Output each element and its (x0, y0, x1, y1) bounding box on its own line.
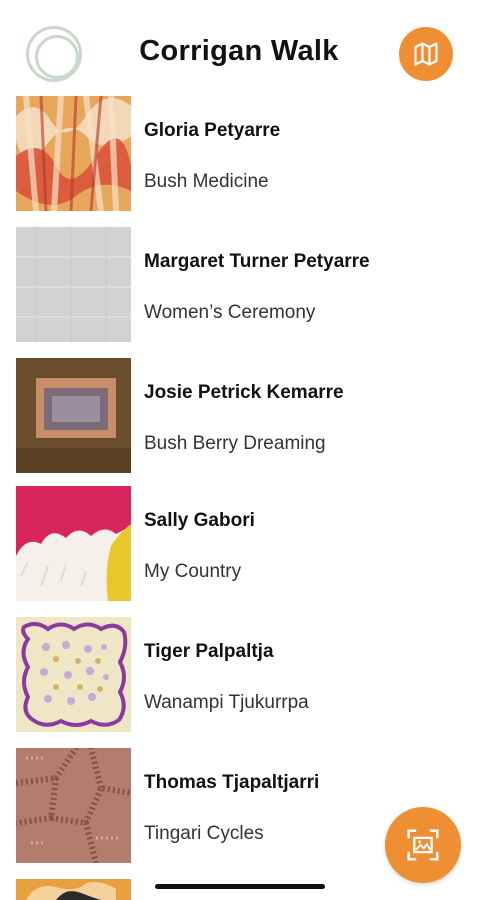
list-item[interactable]: Margaret Turner Petyarre Women’s Ceremon… (0, 227, 478, 345)
artist-name: Margaret Turner Petyarre (144, 251, 370, 272)
artist-name: Gloria Petyarre (144, 120, 281, 141)
image-scan-icon (407, 829, 439, 861)
list-item[interactable]: Tiger Palpaltja Wanampi Tjukurrpa (0, 617, 478, 735)
artwork-thumbnail (16, 486, 131, 601)
artwork-thumbnail (16, 358, 131, 473)
artist-name: Thomas Tjapaltjarri (144, 772, 320, 793)
artwork-title: Bush Medicine (144, 171, 269, 192)
list-item[interactable]: Sally Gabori My Country (0, 486, 478, 604)
map-icon (414, 42, 438, 66)
list-item[interactable]: Gloria Petyarre Bush Medicine (0, 96, 478, 214)
artwork-thumbnail (16, 879, 131, 900)
artwork-thumbnail (16, 96, 131, 211)
artwork-title: Bush Berry Dreaming (144, 433, 326, 454)
app-header: Corrigan Walk (0, 0, 478, 92)
map-button[interactable] (399, 27, 453, 81)
artwork-thumbnail (16, 617, 131, 732)
list-item[interactable]: Josie Petrick Kemarre Bush Berry Dreamin… (0, 358, 478, 476)
artist-name: Josie Petrick Kemarre (144, 382, 344, 403)
artist-name: Tiger Palpaltja (144, 641, 274, 662)
artist-name: Sally Gabori (144, 510, 255, 531)
artwork-thumbnail (16, 748, 131, 863)
artwork-title: Tingari Cycles (144, 823, 264, 844)
artwork-title: Wanampi Tjukurrpa (144, 692, 309, 713)
artwork-title: Women’s Ceremony (144, 302, 316, 323)
artwork-title: My Country (144, 561, 242, 582)
image-scan-button[interactable] (385, 807, 461, 883)
home-indicator (155, 884, 325, 889)
artwork-thumbnail (16, 227, 131, 342)
